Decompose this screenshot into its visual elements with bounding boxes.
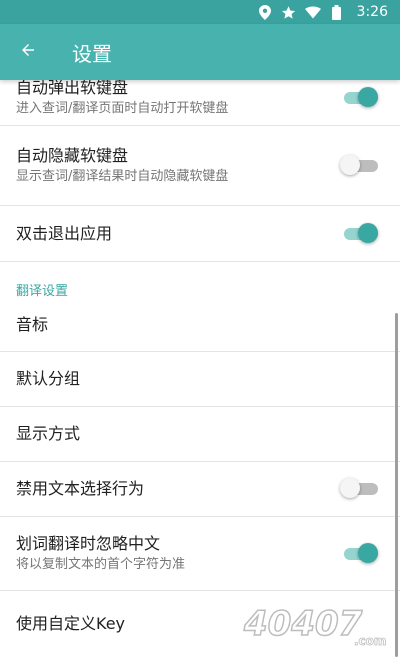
star-icon	[281, 4, 297, 20]
setting-display-mode[interactable]: 显示方式	[0, 407, 400, 462]
status-time: 3:26	[356, 4, 388, 20]
wifi-icon	[304, 4, 321, 20]
disable-text-selection-toggle[interactable]	[340, 478, 380, 500]
setting-title: 禁用文本选择行为	[16, 479, 145, 498]
setting-title: 显示方式	[16, 424, 81, 443]
setting-ignore-chinese[interactable]: 划词翻译时忽略中文 将以复制文本的首个字符为准	[0, 517, 400, 591]
battery-icon	[329, 4, 345, 20]
section-header-translate: 翻译设置	[16, 284, 69, 299]
auto-show-keyboard-toggle[interactable]	[344, 86, 380, 109]
svg-text:40407: 40407	[243, 604, 363, 644]
page-title: 设置	[72, 41, 112, 66]
setting-default-group[interactable]: 默认分组	[0, 352, 400, 407]
settings-list[interactable]: 自动弹出软键盘 进入查词/翻译页面时自动打开软键盘 自动隐藏软键盘 显示查词/翻…	[0, 80, 400, 657]
watermark-logo: 40407 .com	[242, 601, 394, 649]
setting-title: 自动隐藏软键盘	[16, 146, 129, 165]
setting-subtitle: 进入查词/翻译页面时自动打开软键盘	[16, 101, 229, 116]
status-bar: 3:26	[0, 0, 400, 24]
ignore-chinese-toggle[interactable]	[344, 542, 380, 565]
setting-title: 默认分组	[16, 369, 81, 388]
app-toolbar: 设置	[0, 24, 400, 80]
location-icon	[257, 4, 273, 20]
arrow-back-icon	[19, 41, 37, 63]
setting-subtitle: 显示查词/翻译结果时自动隐藏软键盘	[16, 169, 229, 184]
setting-phonetic[interactable]: 音标	[0, 298, 400, 352]
setting-double-tap-exit[interactable]: 双击退出应用	[0, 206, 400, 262]
back-button[interactable]	[0, 24, 56, 80]
setting-title: 双击退出应用	[16, 223, 113, 243]
scrollbar[interactable]	[395, 313, 398, 657]
setting-title: 划词翻译时忽略中文	[16, 534, 161, 553]
setting-auto-show-keyboard[interactable]: 自动弹出软键盘 进入查词/翻译页面时自动打开软键盘	[0, 80, 400, 126]
setting-disable-text-selection[interactable]: 禁用文本选择行为	[0, 462, 400, 517]
svg-text:.com: .com	[354, 634, 386, 648]
setting-auto-hide-keyboard[interactable]: 自动隐藏软键盘 显示查词/翻译结果时自动隐藏软键盘	[0, 126, 400, 206]
auto-hide-keyboard-toggle[interactable]	[340, 154, 380, 177]
double-tap-exit-toggle[interactable]	[344, 222, 380, 245]
setting-subtitle: 将以复制文本的首个字符为准	[16, 557, 186, 572]
setting-title: 自动弹出软键盘	[16, 80, 129, 97]
setting-title: 音标	[16, 314, 49, 334]
